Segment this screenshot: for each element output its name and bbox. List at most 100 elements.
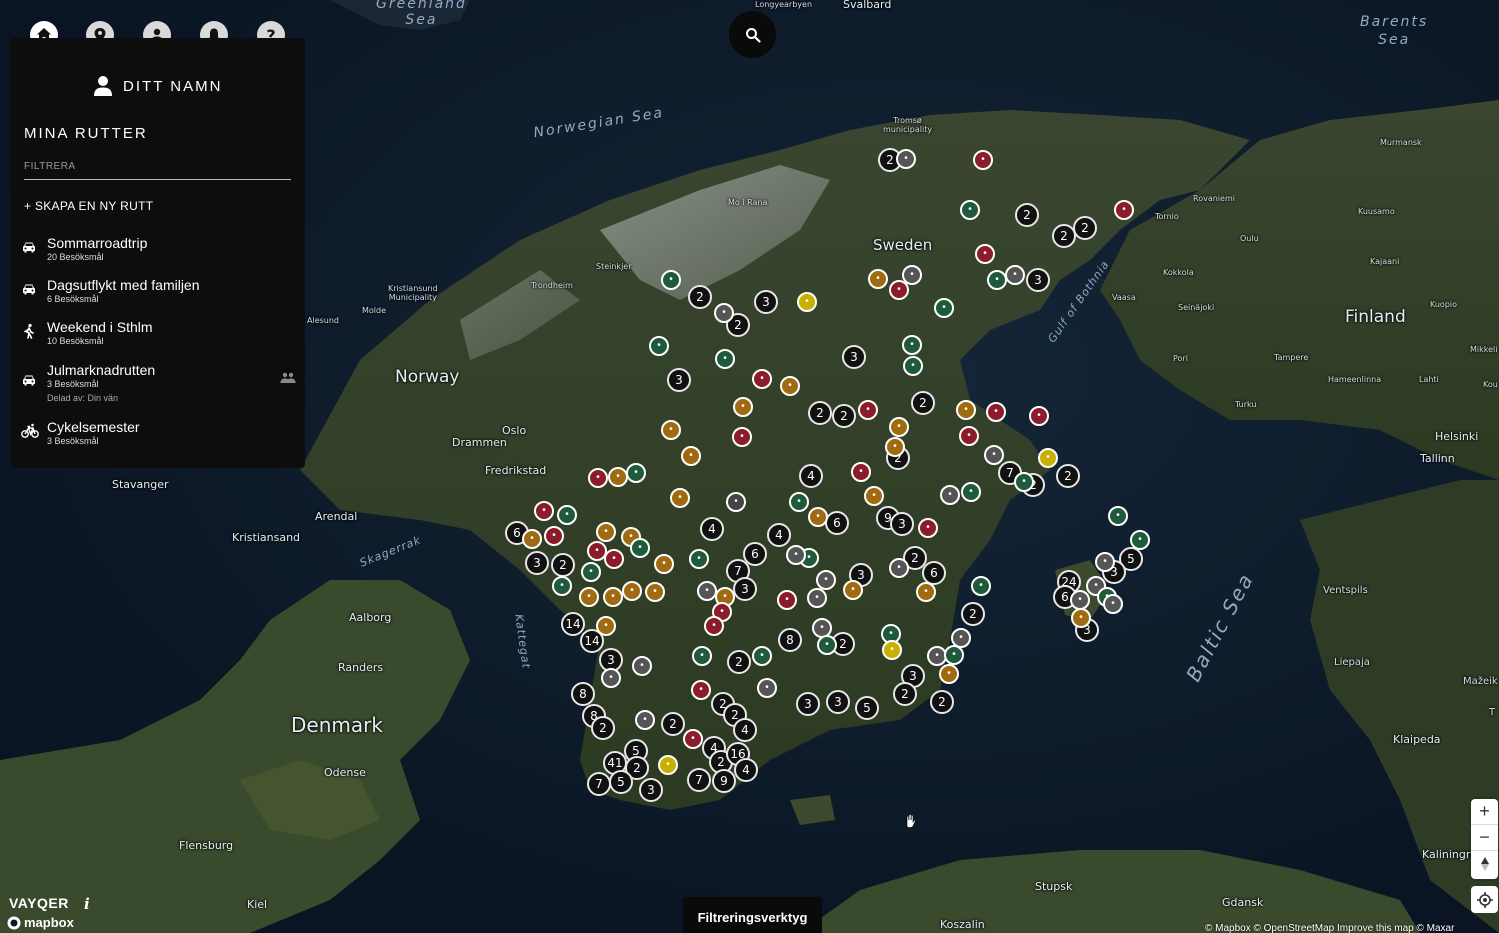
map-poi-marker[interactable]: • <box>902 335 922 355</box>
map-poi-marker[interactable]: • <box>661 270 681 290</box>
map-cluster-marker[interactable]: 2 <box>930 690 954 714</box>
map-poi-marker[interactable]: • <box>622 581 642 601</box>
map-cluster-marker[interactable]: 2 <box>688 285 712 309</box>
map-poi-marker[interactable]: • <box>984 445 1004 465</box>
map-poi-marker[interactable]: • <box>934 298 954 318</box>
map-poi-marker[interactable]: • <box>596 616 616 636</box>
map-poi-marker[interactable]: • <box>817 635 837 655</box>
map-cluster-marker[interactable]: 3 <box>890 512 914 536</box>
map-poi-marker[interactable]: • <box>661 420 681 440</box>
map-cluster-marker[interactable]: 8 <box>778 628 802 652</box>
map-poi-marker[interactable]: • <box>691 680 711 700</box>
map-cluster-marker[interactable]: 4 <box>733 718 757 742</box>
map-cluster-marker[interactable]: 2 <box>661 712 685 736</box>
map-poi-marker[interactable]: • <box>1103 594 1123 614</box>
map-cluster-marker[interactable]: 14 <box>561 612 585 636</box>
compass-button[interactable] <box>1471 851 1498 877</box>
map-cluster-marker[interactable]: 2 <box>832 404 856 428</box>
map-poi-marker[interactable]: • <box>645 582 665 602</box>
map-poi-marker[interactable]: • <box>986 402 1006 422</box>
map-poi-marker[interactable]: • <box>939 664 959 684</box>
map-poi-marker[interactable]: • <box>683 729 703 749</box>
map-cluster-marker[interactable]: 4 <box>734 758 758 782</box>
map-poi-marker[interactable]: • <box>552 576 572 596</box>
map-poi-marker[interactable]: • <box>851 462 871 482</box>
map-cluster-marker[interactable]: 2 <box>551 553 575 577</box>
map-poi-marker[interactable]: • <box>1130 530 1150 550</box>
map-poi-marker[interactable]: • <box>1014 472 1034 492</box>
map-cluster-marker[interactable]: 4 <box>767 523 791 547</box>
map-poi-marker[interactable]: • <box>885 437 905 457</box>
map-cluster-marker[interactable]: 3 <box>842 345 866 369</box>
map-poi-marker[interactable]: • <box>752 646 772 666</box>
map-cluster-marker[interactable]: 3 <box>826 690 850 714</box>
map-poi-marker[interactable]: • <box>1108 506 1128 526</box>
map-poi-marker[interactable]: • <box>603 587 623 607</box>
map-poi-marker[interactable]: • <box>889 280 909 300</box>
map-poi-marker[interactable]: • <box>544 526 564 546</box>
map-poi-marker[interactable]: • <box>1114 200 1134 220</box>
map-poi-marker[interactable]: • <box>971 576 991 596</box>
map-cluster-marker[interactable]: 3 <box>733 577 757 601</box>
map-poi-marker[interactable]: • <box>604 549 624 569</box>
map-poi-marker[interactable]: • <box>797 292 817 312</box>
map-poi-marker[interactable]: • <box>889 417 909 437</box>
map-poi-marker[interactable]: • <box>649 336 669 356</box>
route-item[interactable]: Julmarknadrutten 3 Besöksmål Delad av: D… <box>10 362 305 408</box>
map-poi-marker[interactable]: • <box>635 710 655 730</box>
map-attribution[interactable]: © Mapbox © OpenStreetMap Improve this ma… <box>1205 923 1454 933</box>
map-poi-marker[interactable]: • <box>961 482 981 502</box>
map-cluster-marker[interactable]: 2 <box>911 391 935 415</box>
map-poi-marker[interactable]: • <box>632 656 652 676</box>
map-poi-marker[interactable]: • <box>882 640 902 660</box>
route-item[interactable]: Dagsutflykt med familjen 6 Besöksmål <box>10 277 305 311</box>
map-poi-marker[interactable]: • <box>732 427 752 447</box>
map-poi-marker[interactable]: • <box>975 244 995 264</box>
map-cluster-marker[interactable]: 7 <box>587 772 611 796</box>
map-cluster-marker[interactable]: 4 <box>799 464 823 488</box>
map-poi-marker[interactable]: • <box>670 488 690 508</box>
zoom-out-button[interactable]: − <box>1471 825 1498 851</box>
map-cluster-marker[interactable]: 6 <box>825 511 849 535</box>
map-poi-marker[interactable]: • <box>1095 552 1115 572</box>
route-item[interactable]: Weekend i Sthlm 10 Besöksmål <box>10 319 305 353</box>
map-poi-marker[interactable]: • <box>864 486 884 506</box>
map-poi-marker[interactable]: • <box>557 505 577 525</box>
map-cluster-marker[interactable]: 7 <box>687 768 711 792</box>
map-cluster-marker[interactable]: 3 <box>525 551 549 575</box>
map-poi-marker[interactable]: • <box>786 545 806 565</box>
map-poi-marker[interactable]: • <box>940 485 960 505</box>
map-poi-marker[interactable]: • <box>868 269 888 289</box>
map-poi-marker[interactable]: • <box>681 446 701 466</box>
map-cluster-marker[interactable]: 4 <box>700 517 724 541</box>
map-poi-marker[interactable]: • <box>973 150 993 170</box>
map-poi-marker[interactable]: • <box>689 549 709 569</box>
map-poi-marker[interactable]: • <box>1005 265 1025 285</box>
map-poi-marker[interactable]: • <box>858 400 878 420</box>
map-poi-marker[interactable]: • <box>916 582 936 602</box>
map-cluster-marker[interactable]: 3 <box>754 290 778 314</box>
map-poi-marker[interactable]: • <box>959 426 979 446</box>
map-poi-marker[interactable]: • <box>608 467 628 487</box>
map-poi-marker[interactable]: • <box>960 200 980 220</box>
map-poi-marker[interactable]: • <box>626 463 646 483</box>
map-search-button[interactable] <box>729 11 776 58</box>
map-poi-marker[interactable]: • <box>630 538 650 558</box>
map-poi-marker[interactable]: • <box>780 376 800 396</box>
map-poi-marker[interactable]: • <box>944 645 964 665</box>
map-cluster-marker[interactable]: 8 <box>571 682 595 706</box>
map-poi-marker[interactable]: • <box>534 501 554 521</box>
map-cluster-marker[interactable]: 9 <box>712 769 736 793</box>
map-poi-marker[interactable]: • <box>843 580 863 600</box>
map-poi-marker[interactable]: • <box>918 518 938 538</box>
map-poi-marker[interactable]: • <box>951 628 971 648</box>
geolocate-button[interactable] <box>1471 886 1498 913</box>
map-cluster-marker[interactable]: 3 <box>667 368 691 392</box>
map-poi-marker[interactable]: • <box>789 492 809 512</box>
map-poi-marker[interactable]: • <box>777 590 797 610</box>
map-poi-marker[interactable]: • <box>1038 448 1058 468</box>
map-cluster-marker[interactable]: 3 <box>639 778 663 802</box>
map-cluster-marker[interactable]: 3 <box>796 692 820 716</box>
route-item[interactable]: Cykelsemester 3 Besöksmål <box>10 419 305 453</box>
route-item[interactable]: Sommarroadtrip 20 Besöksmål <box>10 235 305 269</box>
